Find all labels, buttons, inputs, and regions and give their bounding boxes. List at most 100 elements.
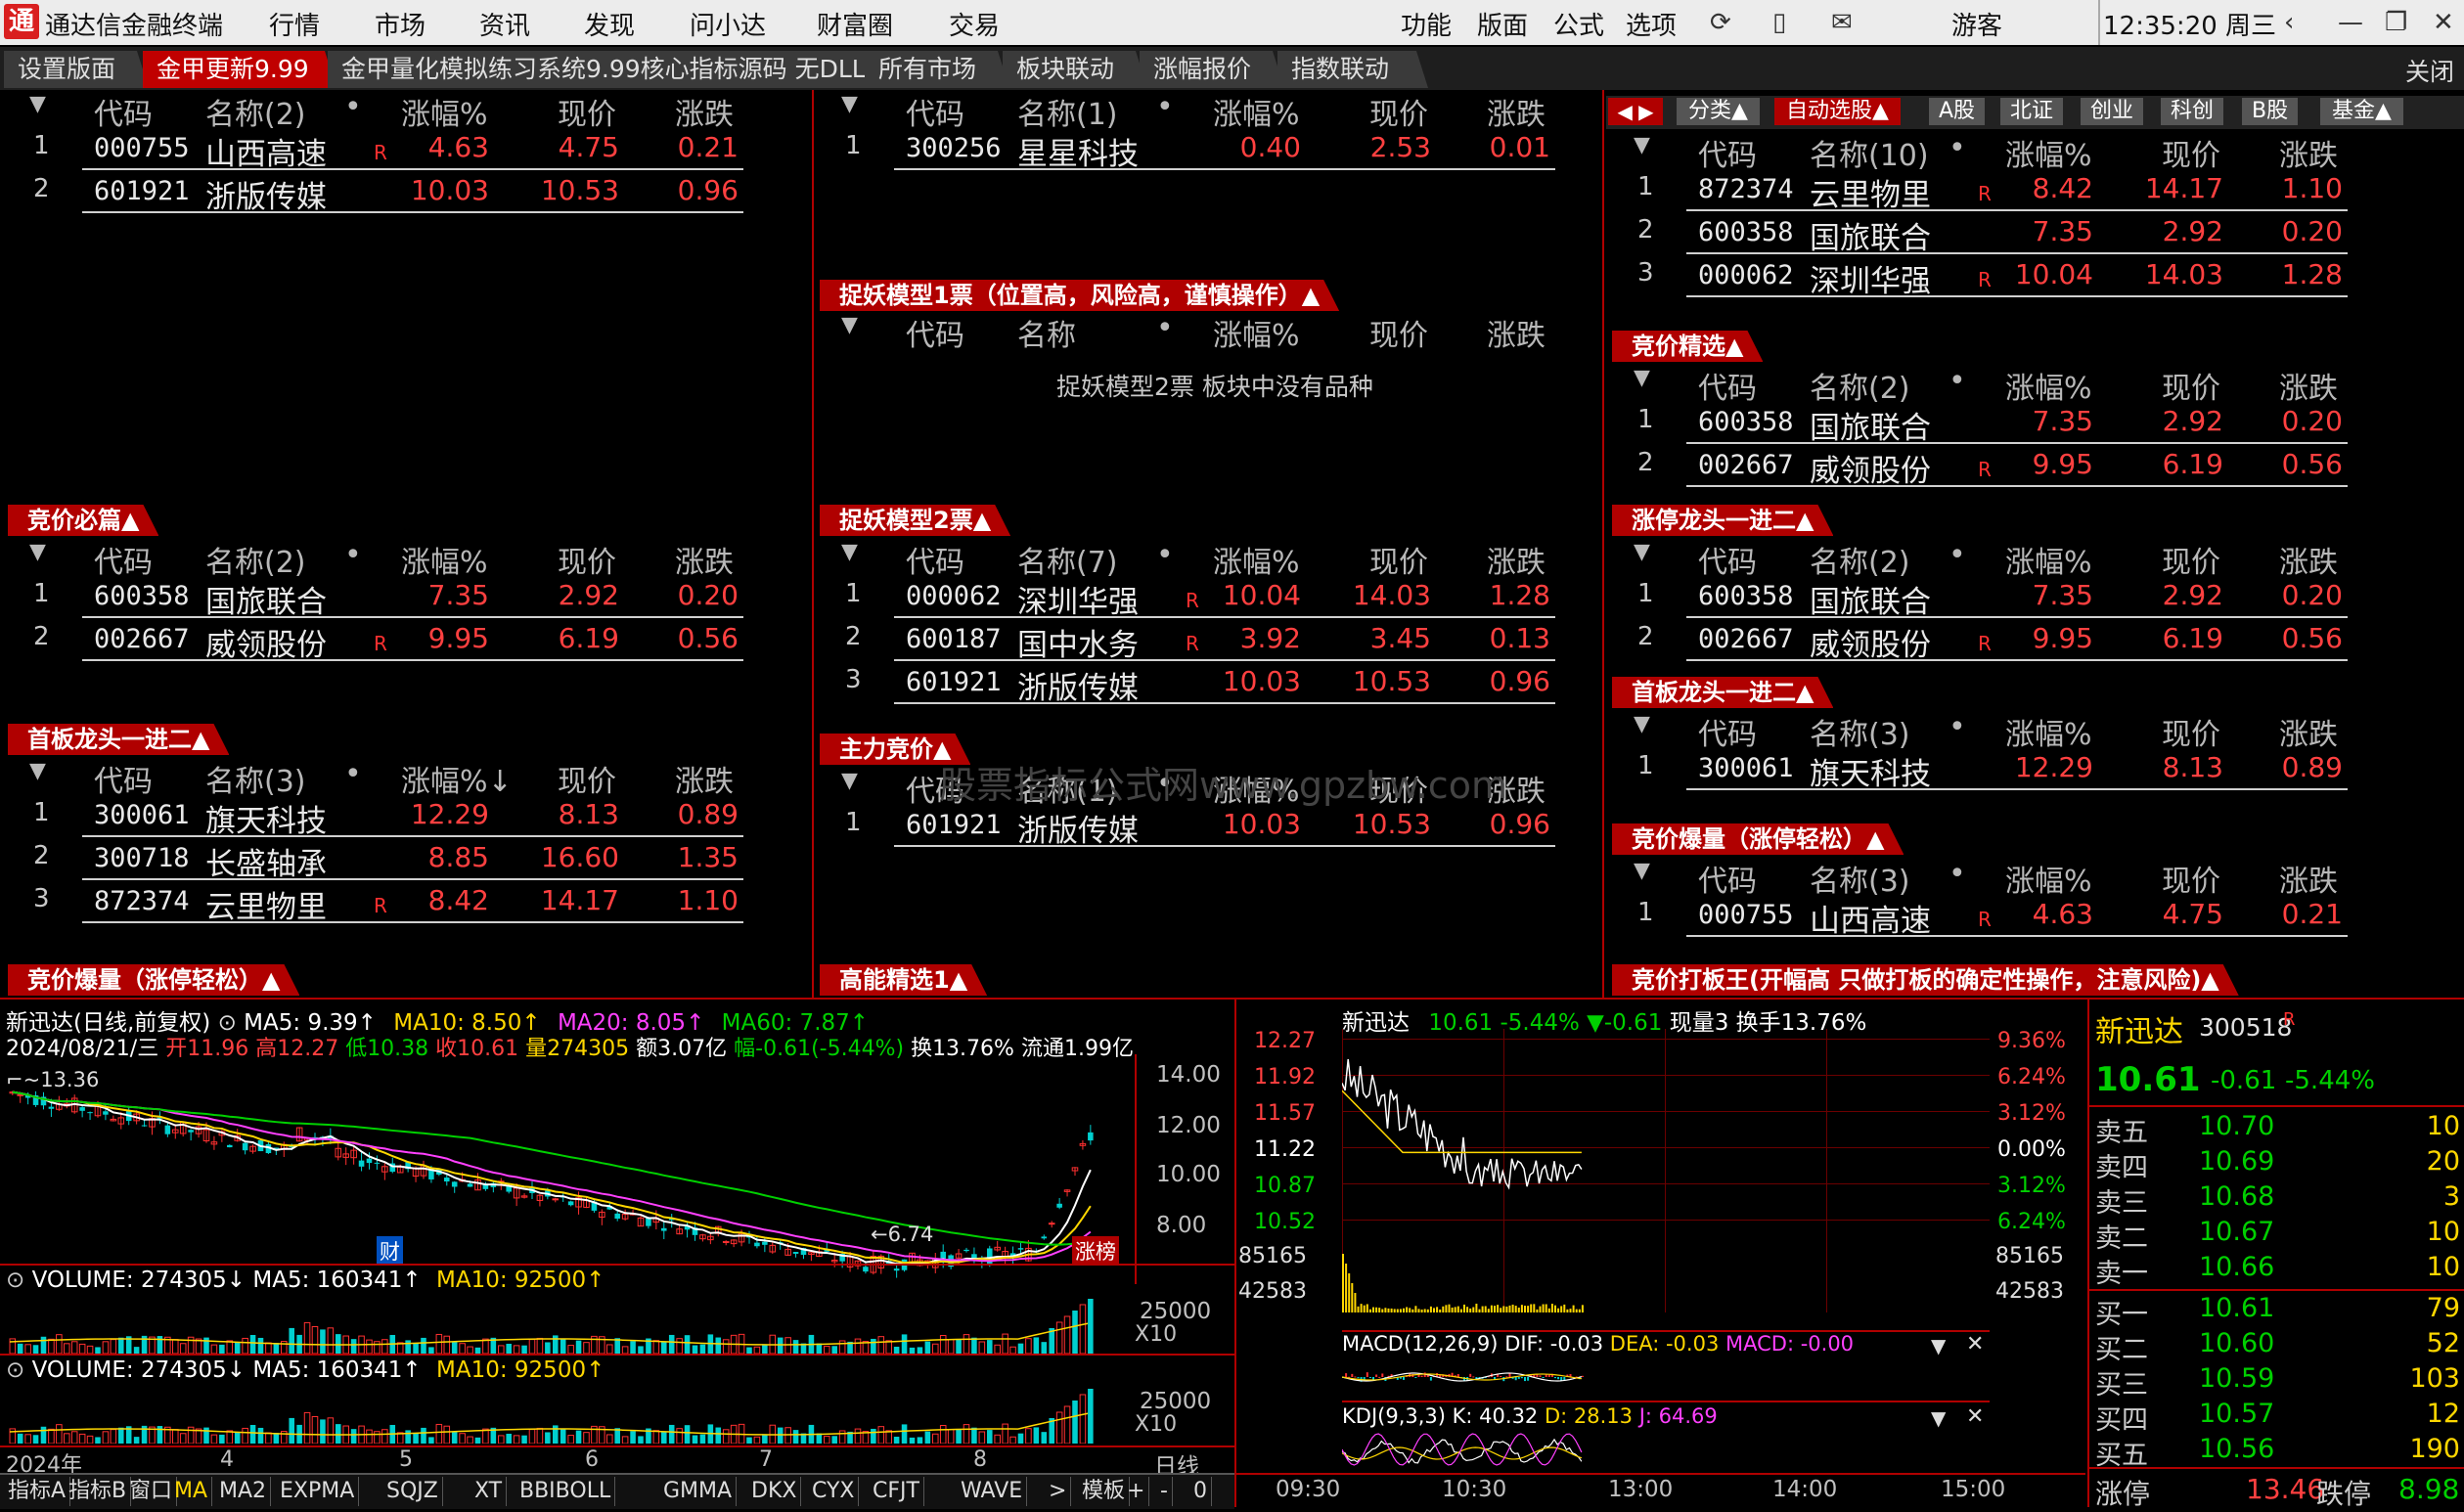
header-name[interactable]: 名称(10) (1810, 131, 1929, 174)
scroll-arrows[interactable]: ◀ ▶ (1608, 98, 1663, 125)
stock-name[interactable]: 旗天科技 (205, 796, 327, 840)
stock-name[interactable]: 国中水务 (1017, 620, 1139, 664)
sort-arrow-icon[interactable]: ▼ (1634, 366, 1650, 390)
intraday-chart[interactable] (1342, 1029, 1990, 1312)
header-pct[interactable]: 涨幅% (1213, 311, 1300, 354)
stock-code[interactable]: 000062 (1698, 260, 1794, 290)
tab-b-share[interactable]: B股 (2242, 98, 2299, 125)
header-pct[interactable]: 涨幅% (1213, 90, 1300, 133)
stock-name[interactable]: 国旅联合 (1810, 577, 1931, 621)
indicator-tab[interactable]: WAVE (957, 1477, 1028, 1506)
stock-code[interactable]: 000755 (1698, 900, 1794, 930)
stock-code[interactable]: 002667 (94, 624, 190, 654)
section-title[interactable]: 捉妖模型1票（位置高，风险高，谨慎操作）▲ (820, 280, 1339, 311)
sort-arrow-icon[interactable]: ▼ (1634, 133, 1650, 157)
macd-chart[interactable] (1342, 1357, 1990, 1397)
orderbook-price[interactable]: 10.67 (2199, 1217, 2274, 1247)
sort-arrow-icon[interactable]: ▼ (841, 769, 858, 793)
section-title[interactable]: 竞价打板王(开幅高 只做打板的确定性操作，注意风险)▲ (1612, 964, 2239, 996)
header-chg[interactable]: 涨跌 (1487, 311, 1546, 354)
tab-chinext[interactable]: 创业 (2081, 98, 2144, 125)
kline-chart[interactable] (0, 1054, 1135, 1284)
header-price[interactable]: 现价 (2162, 364, 2220, 407)
header-pct[interactable]: 涨幅% (2005, 710, 2092, 753)
orderbook-price[interactable]: 10.57 (2199, 1399, 2274, 1429)
tab-bse[interactable]: 北证 (2000, 98, 2064, 125)
indicator-tab[interactable]: XT (470, 1477, 508, 1506)
header-price[interactable]: 现价 (2162, 538, 2220, 581)
header-price[interactable]: 现价 (1369, 538, 1428, 581)
header-name[interactable]: 名称(1) (1017, 90, 1118, 133)
section-title[interactable]: 竞价爆量（涨停轻松）▲ (1612, 823, 1904, 855)
stock-code[interactable]: 300061 (1698, 753, 1794, 783)
header-code[interactable]: 代码 (1698, 857, 1757, 900)
header-code[interactable]: 代码 (906, 538, 964, 581)
indicator-tab[interactable]: EXPMA (276, 1477, 360, 1506)
stock-name[interactable]: 深圳华强 (1810, 256, 1931, 300)
header-pct[interactable]: 涨幅% (401, 90, 488, 133)
header-pct[interactable]: 涨幅% (2005, 364, 2092, 407)
volume-chart[interactable] (0, 1295, 1135, 1354)
stock-code[interactable]: 600358 (1698, 581, 1794, 611)
stock-name[interactable]: 威领股份 (1810, 620, 1931, 664)
section-title[interactable]: 竞价爆量（涨停轻松）▲ (8, 964, 299, 996)
indicator-tab[interactable]: 0 (1189, 1477, 1212, 1506)
phone-icon[interactable]: ▯ (1772, 8, 1786, 37)
stock-name[interactable]: 国旅联合 (1810, 213, 1931, 257)
tab-a-share[interactable]: A股 (1929, 98, 1986, 125)
header-code[interactable]: 代码 (1698, 710, 1757, 753)
indicator-tab[interactable]: - (1156, 1477, 1173, 1506)
sort-arrow-icon[interactable]: ▼ (841, 540, 858, 564)
close-icon[interactable]: ✕ (1966, 1332, 1984, 1356)
header-price[interactable]: 现价 (2162, 857, 2220, 900)
orderbook-price[interactable]: 10.60 (2199, 1328, 2274, 1358)
header-pct[interactable]: 涨幅% (401, 538, 488, 581)
toggle-icon[interactable]: ⊙ (6, 1267, 24, 1293)
header-code[interactable]: 代码 (94, 757, 153, 800)
stock-code[interactable]: 872374 (1698, 174, 1794, 204)
tab-gain-quote[interactable]: 涨幅报价 (1140, 51, 1284, 88)
header-name[interactable]: 名称(3) (1810, 857, 1910, 900)
header-pct[interactable]: 涨幅% (2005, 131, 2092, 174)
section-title[interactable]: 竞价必篇▲ (8, 505, 158, 536)
orderbook-price[interactable]: 10.70 (2199, 1111, 2274, 1141)
stock-code[interactable]: 300061 (94, 800, 190, 830)
stock-name[interactable]: 深圳华强 (1017, 577, 1139, 621)
stock-name[interactable]: 旗天科技 (1810, 749, 1931, 793)
indicator-tab[interactable]: GMMA (659, 1477, 738, 1506)
indicator-tab[interactable]: CYX (808, 1477, 860, 1506)
header-chg[interactable]: 涨跌 (675, 757, 734, 800)
header-chg[interactable]: 涨跌 (2279, 131, 2338, 174)
sort-arrow-icon[interactable]: ▼ (841, 92, 858, 116)
kdj-chart[interactable] (1342, 1430, 1990, 1473)
sort-arrow-icon[interactable]: ▼ (1634, 712, 1650, 736)
indicator-tab[interactable]: BBIBOLL (515, 1477, 616, 1506)
indicator-tab[interactable]: DKX (747, 1477, 802, 1506)
toolbar-options[interactable]: 选项 (1626, 6, 1677, 42)
stock-name[interactable]: 浙版传媒 (1017, 806, 1139, 850)
orderbook-price[interactable]: 10.68 (2199, 1181, 2274, 1212)
toggle-icon[interactable]: ⊙ (6, 1357, 24, 1383)
menu-item-wealth[interactable]: 财富圈 (817, 6, 893, 42)
indicator-tab[interactable]: CFJT (869, 1477, 924, 1506)
indicator-tab[interactable]: > (1045, 1477, 1072, 1506)
menu-item-market[interactable]: 市场 (375, 6, 426, 42)
header-name[interactable]: 名称(7) (1017, 538, 1118, 581)
intraday-panel[interactable]: 新迅达 10.61 -5.44% ▼-0.61 现量3 换手13.76% 851… (1236, 1000, 2085, 1507)
sort-arrow-icon[interactable]: ▼ (29, 759, 46, 783)
indicator-tab[interactable]: SQJZ (382, 1477, 443, 1506)
user-label[interactable]: 游客 (1951, 6, 2002, 42)
stock-name[interactable]: 浙版传媒 (1017, 663, 1139, 707)
header-name[interactable]: 名称(2) (205, 90, 306, 133)
stock-code[interactable]: 600358 (94, 581, 190, 611)
restore-icon[interactable]: ❐ (2385, 8, 2407, 37)
tab-sector-link[interactable]: 板块联动 (1003, 51, 1147, 88)
section-title[interactable]: 首板龙头一进二▲ (1612, 677, 1833, 708)
header-price[interactable]: 现价 (2162, 710, 2220, 753)
menu-item-news[interactable]: 资讯 (479, 6, 530, 42)
stock-code[interactable]: 601921 (906, 667, 1002, 697)
sort-arrow-icon[interactable]: ▼ (841, 313, 858, 337)
stock-code[interactable]: 600358 (1698, 217, 1794, 247)
header-code[interactable]: 代码 (1698, 364, 1757, 407)
header-chg[interactable]: 涨跌 (2279, 364, 2338, 407)
